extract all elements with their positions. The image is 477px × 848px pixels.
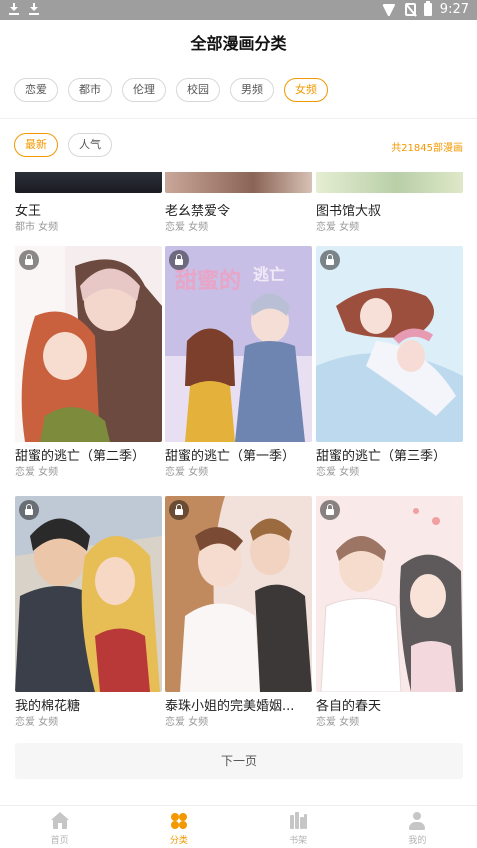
- wifi-icon: [381, 4, 397, 16]
- comic-tags: 恋爱 女频: [165, 467, 209, 478]
- nav-category[interactable]: 分类: [119, 806, 238, 848]
- nav-profile[interactable]: 我的: [358, 806, 477, 848]
- comic-tags: 恋爱 女频: [316, 717, 360, 728]
- comic-card[interactable]: 泰珠小姐的完美婚姻... 恋爱 女频: [165, 496, 312, 729]
- category-pill-romance[interactable]: 恋爱: [14, 78, 58, 102]
- category-pill-urban[interactable]: 都市: [68, 78, 112, 102]
- divider: [0, 118, 477, 119]
- comic-card[interactable]: 老幺禁爱令 恋爱 女频: [165, 197, 312, 234]
- no-sim-icon: [404, 3, 416, 16]
- nav-bookshelf-label: 书架: [289, 836, 308, 846]
- next-page-button[interactable]: 下一页: [15, 743, 463, 779]
- sort-latest[interactable]: 最新: [14, 133, 58, 157]
- svg-text:甜蜜的: 甜蜜的: [175, 268, 241, 294]
- user-icon: [408, 812, 426, 830]
- comic-card[interactable]: 甜蜜的逃亡（第三季） 恋爱 女频: [316, 246, 463, 479]
- comic-tags: 恋爱 女频: [15, 717, 59, 728]
- comic-title: 泰珠小姐的完美婚姻...: [165, 699, 295, 714]
- comic-card[interactable]: 女王 都市 女频: [15, 197, 162, 234]
- status-time: 9:27: [439, 2, 469, 17]
- lock-icon: [169, 250, 189, 270]
- nav-home-label: 首页: [50, 836, 69, 846]
- comic-cover[interactable]: [15, 172, 162, 193]
- sort-filter: 最新 人气: [14, 133, 112, 157]
- nav-profile-label: 我的: [408, 836, 427, 846]
- comic-card[interactable]: 我的棉花糖 恋爱 女频: [15, 496, 162, 729]
- comic-cover[interactable]: [165, 172, 312, 193]
- comic-cover[interactable]: [15, 246, 162, 442]
- comic-title: 老幺禁爱令: [165, 204, 231, 219]
- comic-title: 图书馆大叔: [316, 204, 382, 219]
- comic-cover[interactable]: [316, 496, 463, 692]
- category-pill-male[interactable]: 男频: [230, 78, 274, 102]
- nav-home[interactable]: 首页: [0, 806, 119, 848]
- status-bar: 9:27: [0, 0, 477, 20]
- comic-tags: 都市 女频: [15, 222, 59, 233]
- comic-tags: 恋爱 女频: [316, 467, 360, 478]
- comic-card[interactable]: 图书馆大叔 恋爱 女频: [316, 197, 463, 234]
- comic-card[interactable]: 甜蜜的逃亡（第二季） 恋爱 女频: [15, 246, 162, 479]
- comic-title: 女王: [15, 204, 42, 219]
- comic-title: 我的棉花糖: [15, 699, 81, 714]
- download-icon: [8, 2, 20, 16]
- nav-category-label: 分类: [169, 836, 188, 846]
- comic-title: 甜蜜的逃亡（第三季）: [316, 449, 447, 464]
- home-icon: [50, 812, 69, 830]
- comic-tags: 恋爱 女频: [15, 467, 59, 478]
- download-icon: [28, 2, 40, 16]
- comic-title: 各自的春天: [316, 699, 382, 714]
- lock-icon: [320, 500, 340, 520]
- comic-cover[interactable]: [165, 496, 312, 692]
- comic-cover[interactable]: [15, 496, 162, 692]
- comic-cover[interactable]: [316, 172, 463, 193]
- bottom-nav: 首页 分类 书架 我的: [0, 805, 477, 848]
- total-count: 共21845部漫画: [391, 143, 463, 154]
- svg-text:逃亡: 逃亡: [253, 265, 285, 284]
- battery-icon: [423, 1, 432, 16]
- category-pill-female[interactable]: 女频: [284, 78, 328, 102]
- lock-icon: [19, 250, 39, 270]
- lock-icon: [320, 250, 340, 270]
- sort-popular[interactable]: 人气: [68, 133, 112, 157]
- category-filter: 恋爱 都市 伦理 校园 男频 女频: [14, 78, 328, 102]
- comic-title: 甜蜜的逃亡（第一季）: [165, 449, 296, 464]
- comic-tags: 恋爱 女频: [316, 222, 360, 233]
- category-pill-ethics[interactable]: 伦理: [122, 78, 166, 102]
- comic-title: 甜蜜的逃亡（第二季）: [15, 449, 146, 464]
- nav-bookshelf[interactable]: 书架: [239, 806, 358, 848]
- comic-card[interactable]: 各自的春天 恋爱 女频: [316, 496, 463, 729]
- comic-tags: 恋爱 女频: [165, 222, 209, 233]
- comic-cover[interactable]: [316, 246, 463, 442]
- lock-icon: [169, 500, 189, 520]
- category-icon: [170, 812, 188, 830]
- comic-cover[interactable]: 甜蜜的 逃亡: [165, 246, 312, 442]
- bookshelf-icon: [289, 812, 308, 830]
- category-pill-campus[interactable]: 校园: [176, 78, 220, 102]
- page-title: 全部漫画分类: [190, 34, 287, 53]
- comic-card[interactable]: 甜蜜的 逃亡 甜蜜的逃亡（第一季） 恋爱 女频: [165, 246, 312, 479]
- lock-icon: [19, 500, 39, 520]
- comic-tags: 恋爱 女频: [165, 717, 209, 728]
